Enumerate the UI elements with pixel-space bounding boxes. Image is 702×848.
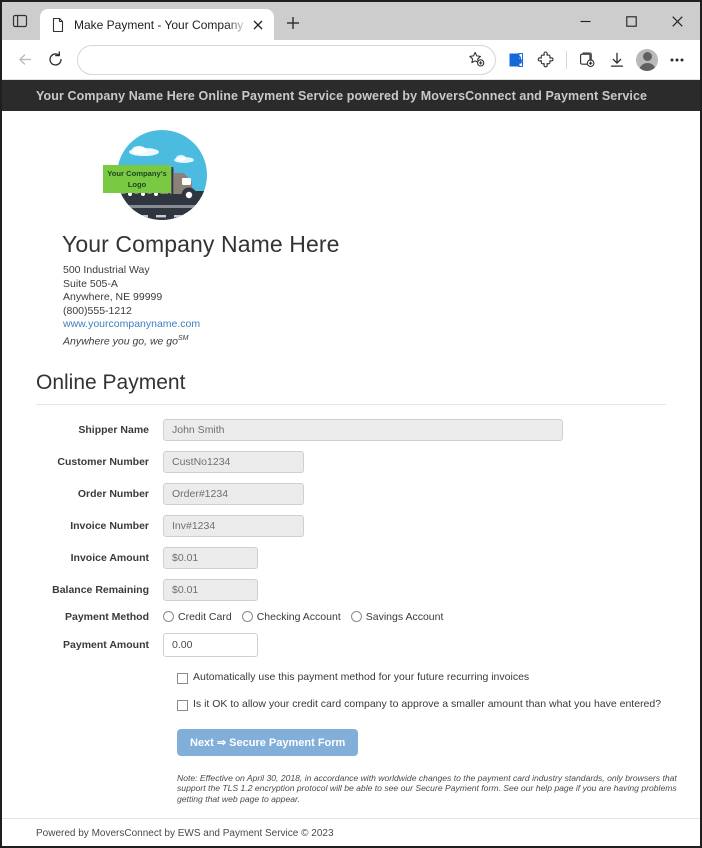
extensions-icon[interactable] [531,45,561,75]
browser-window: Make Payment - Your Company N Your Compa… [0,0,702,848]
collections-icon[interactable] [572,45,602,75]
address-line-3: Anywhere, NE 99999 [63,291,163,303]
page-body: Your Company's Logo Your Company Name He… [2,111,700,846]
form-row: Shipper Name [36,418,666,441]
site-banner: Your Company Name Here Online Payment Se… [2,80,700,111]
radio-label: Savings Account [365,610,444,623]
close-tab-icon[interactable] [248,15,268,35]
footer-text: Powered by MoversConnect by EWS and Paym… [36,828,334,839]
browser-tab[interactable]: Make Payment - Your Company N [40,9,274,40]
payment-method-options: Credit Card Checking Account Savings Accou… [163,611,443,623]
close-window-button[interactable] [654,4,700,38]
next-secure-payment-form-button[interactable]: Next ⇒ Secure Payment Form [177,728,359,756]
form-row: Balance Remaining [36,578,666,601]
settings-and-more-icon[interactable] [662,45,692,75]
browser-essentials-icon[interactable] [501,45,531,75]
page-footer: Powered by MoversConnect by EWS and Paym… [2,818,700,846]
payment-method-row: Payment Method Credit Card Checking Accoun… [36,611,666,623]
site-banner-text: Your Company Name Here Online Payment Se… [36,88,648,103]
tab-title: Make Payment - Your Company N [74,17,248,32]
balance-remaining-input[interactable] [163,578,258,601]
radio-savings-account[interactable]: Savings Account [350,610,444,623]
maximize-button[interactable] [608,4,654,38]
tab-actions-icon[interactable] [2,2,38,40]
form-row: Order Number [36,482,666,505]
checkbox-icon[interactable] [177,699,188,711]
radio-circle-icon [241,611,253,622]
logo-placeholder-line2: Logo [128,180,147,189]
checkbox-row-2[interactable]: Is it OK to allow your credit card compa… [177,698,666,711]
radio-checking-account[interactable]: Checking Account [241,610,341,623]
payment-form: Shipper Name Customer Number Order Number I… [36,418,677,805]
submit-button-wrapper: Next ⇒ Secure Payment Form [36,711,666,756]
field-label: Invoice Amount [70,551,149,564]
field-label: Balance Remaining [52,583,149,596]
form-row: Invoice Number [36,514,666,537]
company-tagline: Anywhere you go, we goSM [63,332,666,349]
payment-amount-label: Payment Amount [63,638,149,651]
service-mark: SM [178,334,189,342]
company-name: Your Company Name Here [62,231,340,257]
new-tab-icon[interactable] [278,8,308,38]
customer-number-input[interactable] [163,450,304,473]
checkbox-label: Is it OK to allow your credit card compa… [193,697,662,710]
page-icon [50,17,66,33]
payment-amount-input[interactable] [163,632,258,657]
window-controls [562,2,700,40]
form-row: Invoice Amount [36,546,666,569]
address-line-2: Suite 505-A [63,277,118,290]
back-icon[interactable] [10,45,40,75]
radio-label: Credit Card [178,610,232,623]
toolbar-divider [566,50,567,69]
field-label: Invoice Number [70,519,149,532]
field-label: Shipper Name [78,423,149,436]
tab-strip: Make Payment - Your Company N [2,2,700,40]
page-title: Online Payment [36,370,186,394]
field-label: Customer Number [57,455,149,468]
logo-placeholder-line1: Your Company's [107,169,166,178]
add-favorite-icon[interactable] [461,46,491,74]
company-phone: (800)555-1212 [63,304,132,317]
downloads-icon[interactable] [602,45,632,75]
tagline-text: Anywhere you go, we go [63,335,178,347]
company-address-block: 500 Industrial Way Suite 505-A Anywhere,… [63,264,666,349]
checkbox-icon[interactable] [177,672,188,684]
form-row: Customer Number [36,450,666,473]
browser-toolbar [2,40,700,80]
address-line-1: 500 Industrial Way [63,264,150,276]
shipper-name-input[interactable] [163,418,563,441]
minimize-button[interactable] [562,4,608,38]
payment-method-label: Payment Method [64,610,149,623]
checkbox-row-1[interactable]: Automatically use this payment method fo… [177,671,666,684]
address-bar[interactable] [78,45,495,74]
field-label: Order Number [77,487,149,500]
radio-credit-card[interactable]: Credit Card [163,611,232,623]
reload-icon[interactable] [40,45,70,75]
radio-label: Checking Account [256,610,341,623]
company-logo-wrapper: Your Company's Logo [36,111,666,225]
radio-circle-icon [350,611,362,622]
tls-note: Note: Effective on April 30, 2018, in ac… [177,772,677,804]
company-logo: Your Company's Logo [98,125,226,225]
checkbox-label: Automatically use this payment method fo… [193,670,530,683]
radio-circle-icon [163,611,174,622]
invoice-amount-input[interactable] [163,546,258,569]
avatar [636,48,658,71]
invoice-number-input[interactable] [163,514,304,537]
title-divider [36,403,666,405]
profile-avatar-icon[interactable] [632,45,662,75]
payment-amount-row: Payment Amount [36,632,666,657]
order-number-input[interactable] [163,482,304,505]
company-website-link[interactable]: www.yourcompanyname.com [63,318,200,330]
page-content: Your Company's Logo Your Company Name He… [2,111,700,804]
